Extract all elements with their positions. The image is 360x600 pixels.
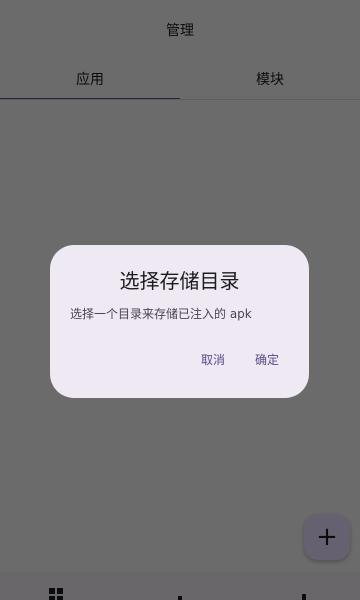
select-directory-dialog: 选择存储目录 选择一个目录来存储已注入的 apk 取消 确定 xyxy=(50,245,309,398)
dialog-title: 选择存储目录 xyxy=(119,269,240,293)
cancel-button[interactable]: 取消 xyxy=(201,349,225,370)
dialog-message: 选择一个目录来存储已注入的 apk xyxy=(70,307,252,321)
confirm-button[interactable]: 确定 xyxy=(255,349,279,370)
app-screen: 管理 应用 模块 + 选择存储目录 选择一个目录来存储已注入的 apk 取消 xyxy=(0,0,360,600)
